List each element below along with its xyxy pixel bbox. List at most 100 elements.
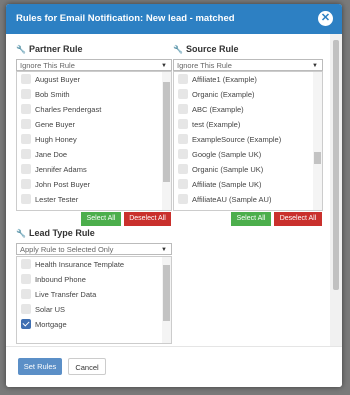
- lead-type-rule-select[interactable]: Apply Rule to Selected Only ▼: [16, 243, 172, 255]
- lead-type-rule-heading: 🔧 Lead Type Rule: [16, 228, 95, 238]
- source-item-label: Affiliate1 (Example): [192, 75, 257, 84]
- source-item[interactable]: AffiliateAU (Sample AU): [174, 192, 322, 207]
- partner-rule-title: Partner Rule: [28, 44, 83, 54]
- checkbox[interactable]: [21, 164, 31, 175]
- checkbox[interactable]: [178, 179, 188, 190]
- source-deselect-all-button[interactable]: Deselect All: [274, 212, 322, 226]
- lead-type-item[interactable]: Solar US: [17, 302, 171, 317]
- partner-item-label: Gene Buyer: [35, 120, 76, 129]
- checkbox[interactable]: [21, 134, 31, 145]
- source-item[interactable]: Affiliate (Sample UK): [174, 177, 322, 192]
- source-item[interactable]: Organic (Example): [174, 87, 322, 102]
- checkbox[interactable]: [21, 274, 31, 285]
- checkbox[interactable]: [21, 304, 31, 315]
- source-item-label: ABC (Example): [192, 105, 244, 114]
- source-rule-title: Source Rule: [185, 44, 239, 54]
- lead-type-item-label: Solar US: [35, 305, 66, 314]
- partner-select-all-button[interactable]: Select All: [81, 212, 121, 226]
- lead-type-list-scrollbar[interactable]: [162, 257, 171, 343]
- partner-item-label: Lester Tester: [35, 195, 79, 204]
- checkbox[interactable]: [178, 74, 188, 85]
- partner-item-label: Jennifer Adams: [35, 165, 87, 174]
- checkbox[interactable]: [21, 289, 31, 300]
- checkbox[interactable]: [178, 149, 188, 160]
- checkbox[interactable]: [21, 104, 31, 115]
- source-select-all-button[interactable]: Select All: [231, 212, 271, 226]
- lead-type-item[interactable]: Health Insurance Template: [17, 257, 171, 272]
- checkbox-checked[interactable]: [21, 319, 31, 330]
- source-item-label: Google (Sample UK): [192, 150, 262, 159]
- checkbox[interactable]: [178, 119, 188, 130]
- dialog-title: Rules for Email Notification: New lead -…: [16, 13, 235, 24]
- source-rule-select[interactable]: Ignore This Rule ▼: [173, 59, 323, 71]
- source-item-label: Affiliate (Sample UK): [192, 180, 262, 189]
- partner-item-label: Hugh Honey: [35, 135, 77, 144]
- checkbox[interactable]: [178, 104, 188, 115]
- partner-item-label: Jane Doe: [35, 150, 68, 159]
- checkbox[interactable]: [178, 89, 188, 100]
- source-item-label: Organic (Sample UK): [192, 165, 264, 174]
- source-rule-heading: 🔧 Source Rule: [173, 44, 238, 54]
- dialog-scrollbar[interactable]: [330, 34, 342, 346]
- partner-rule-heading: 🔧 Partner Rule: [16, 44, 83, 54]
- lead-type-item[interactable]: Live Transfer Data: [17, 287, 171, 302]
- partner-deselect-all-button[interactable]: Deselect All: [124, 212, 171, 226]
- source-item-label: test (Example): [192, 120, 241, 129]
- partner-item[interactable]: Gene Buyer: [17, 117, 171, 132]
- partner-item-label: Bob Smith: [35, 90, 70, 99]
- checkbox[interactable]: [178, 134, 188, 145]
- source-item[interactable]: Organic (Sample UK): [174, 162, 322, 177]
- source-item[interactable]: Affiliate1 (Example): [174, 72, 322, 87]
- rules-dialog: Rules for Email Notification: New lead -…: [6, 4, 342, 387]
- source-item[interactable]: ExampleSource (Example): [174, 132, 322, 147]
- partner-list[interactable]: August Buyer Bob Smith Charles Pendergast G…: [16, 71, 172, 211]
- source-item[interactable]: ABC (Example): [174, 102, 322, 117]
- source-item-label: ExampleSource (Example): [192, 135, 282, 144]
- partner-item[interactable]: Charles Pendergast: [17, 102, 171, 117]
- partner-list-scrollbar[interactable]: [162, 72, 171, 210]
- checkbox[interactable]: [21, 194, 31, 205]
- checkbox[interactable]: [21, 74, 31, 85]
- checkbox[interactable]: [178, 164, 188, 175]
- source-item[interactable]: Google (Sample UK): [174, 147, 322, 162]
- dialog-footer: Set Rules Cancel: [6, 346, 342, 387]
- checkbox[interactable]: [178, 194, 188, 205]
- partner-item[interactable]: Lester Tester: [17, 192, 171, 207]
- checkbox[interactable]: [21, 119, 31, 130]
- checkbox[interactable]: [21, 179, 31, 190]
- lead-type-item-label: Inbound Phone: [35, 275, 86, 284]
- partner-item[interactable]: Hugh Honey: [17, 132, 171, 147]
- checkbox[interactable]: [21, 259, 31, 270]
- source-item-label: AffiliateAU (Sample AU): [192, 195, 272, 204]
- lead-type-rule-select-value: Apply Rule to Selected Only: [20, 245, 114, 254]
- partner-item[interactable]: John Post Buyer: [17, 177, 171, 192]
- partner-item-label: Charles Pendergast: [35, 105, 102, 114]
- partner-item-label: August Buyer: [35, 75, 81, 84]
- partner-item[interactable]: Jennifer Adams: [17, 162, 171, 177]
- lead-type-item[interactable]: Mortgage: [17, 317, 171, 332]
- dialog-header: Rules for Email Notification: New lead -…: [6, 4, 342, 34]
- source-list-scrollbar[interactable]: [313, 72, 322, 210]
- source-list[interactable]: Affiliate1 (Example) Organic (Example) ABC…: [173, 71, 323, 211]
- partner-item[interactable]: Bob Smith: [17, 87, 171, 102]
- partner-item[interactable]: August Buyer: [17, 72, 171, 87]
- wrench-icon: 🔧: [16, 45, 26, 54]
- close-icon[interactable]: ✕: [318, 11, 333, 26]
- lead-type-item-label: Live Transfer Data: [35, 290, 97, 299]
- wrench-icon: 🔧: [16, 229, 26, 238]
- lead-type-item[interactable]: Inbound Phone: [17, 272, 171, 287]
- source-item[interactable]: test (Example): [174, 117, 322, 132]
- checkbox[interactable]: [21, 89, 31, 100]
- chevron-down-icon: ▼: [161, 247, 167, 253]
- lead-type-item-label: Health Insurance Template: [35, 260, 125, 269]
- lead-type-list[interactable]: Health Insurance Template Inbound Phone Li…: [16, 256, 172, 344]
- checkbox[interactable]: [21, 149, 31, 160]
- lead-type-item-label: Mortgage: [35, 320, 67, 329]
- cancel-button[interactable]: Cancel: [68, 358, 106, 375]
- dialog-body: 🔧 Partner Rule Ignore This Rule ▼ August …: [6, 34, 330, 346]
- source-rule-select-value: Ignore This Rule: [177, 61, 232, 70]
- lead-type-rule-title: Lead Type Rule: [28, 228, 95, 238]
- partner-item[interactable]: Jane Doe: [17, 147, 171, 162]
- partner-rule-select[interactable]: Ignore This Rule ▼: [16, 59, 172, 71]
- set-rules-button[interactable]: Set Rules: [18, 358, 62, 375]
